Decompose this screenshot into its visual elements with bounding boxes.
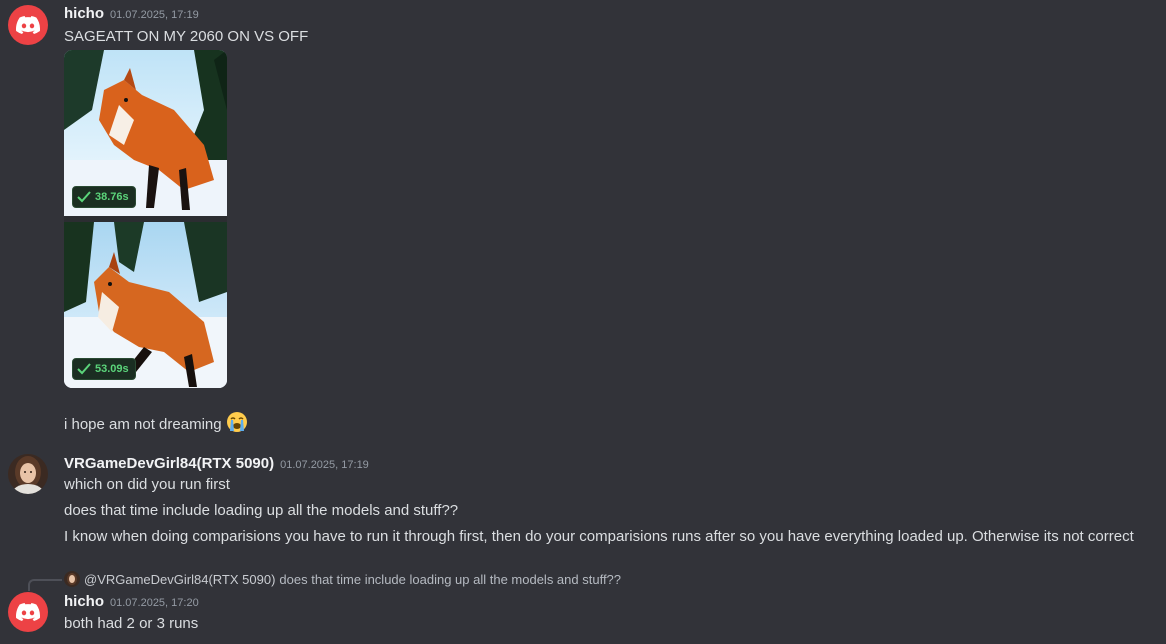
image-attachment-2[interactable]: 53.09s (64, 222, 227, 388)
username-text[interactable]: hicho (64, 593, 104, 610)
message-text: i hope am not dreaming (64, 411, 248, 433)
discord-avatar[interactable] (8, 592, 48, 632)
loudly-crying-face-icon (226, 412, 247, 432)
discord-avatar[interactable] (8, 5, 48, 45)
username[interactable]: VRGameDevGirl84(RTX 5090) 01.07.2025, 17:… (64, 455, 369, 472)
image-attachment-1[interactable]: 38.76s (64, 50, 227, 216)
user-photo (64, 571, 80, 587)
render-time-text: 53.09s (95, 363, 129, 375)
user-avatar[interactable] (8, 454, 48, 494)
timestamp: 01.07.2025, 17:20 (110, 597, 199, 609)
reply-connector (28, 579, 62, 591)
render-time-text: 38.76s (95, 191, 129, 203)
reply-preview[interactable]: @VRGameDevGirl84(RTX 5090) does that tim… (64, 571, 621, 587)
reply-mention[interactable]: @VRGameDevGirl84(RTX 5090) (84, 572, 275, 587)
image-attachment-group: 38.76s 53.09s (64, 50, 227, 388)
reply-avatar (64, 571, 80, 587)
reply-text: does that time include loading up all th… (279, 571, 622, 587)
message-text: SAGEATT ON MY 2060 ON VS OFF (64, 28, 309, 45)
checkmark-icon (77, 191, 91, 203)
message-text: I know when doing comparisions you have … (64, 528, 1134, 545)
user-photo (8, 454, 48, 494)
discord-logo-icon (16, 16, 40, 34)
message-text: does that time include loading up all th… (64, 502, 459, 519)
timestamp: 01.07.2025, 17:19 (280, 459, 369, 471)
username-text[interactable]: VRGameDevGirl84(RTX 5090) (64, 455, 274, 472)
username[interactable]: hicho 01.07.2025, 17:19 (64, 5, 199, 22)
message-text: which on did you run first (64, 476, 230, 493)
checkmark-icon (77, 363, 91, 375)
message-text: both had 2 or 3 runs (64, 615, 199, 632)
username[interactable]: hicho 01.07.2025, 17:20 (64, 593, 199, 610)
render-time-badge: 53.09s (72, 358, 136, 380)
discord-logo-icon (16, 603, 40, 621)
timestamp: 01.07.2025, 17:19 (110, 9, 199, 21)
username-text[interactable]: hicho (64, 5, 104, 22)
render-time-badge: 38.76s (72, 186, 136, 208)
followup-text: i hope am not dreaming (64, 416, 222, 433)
